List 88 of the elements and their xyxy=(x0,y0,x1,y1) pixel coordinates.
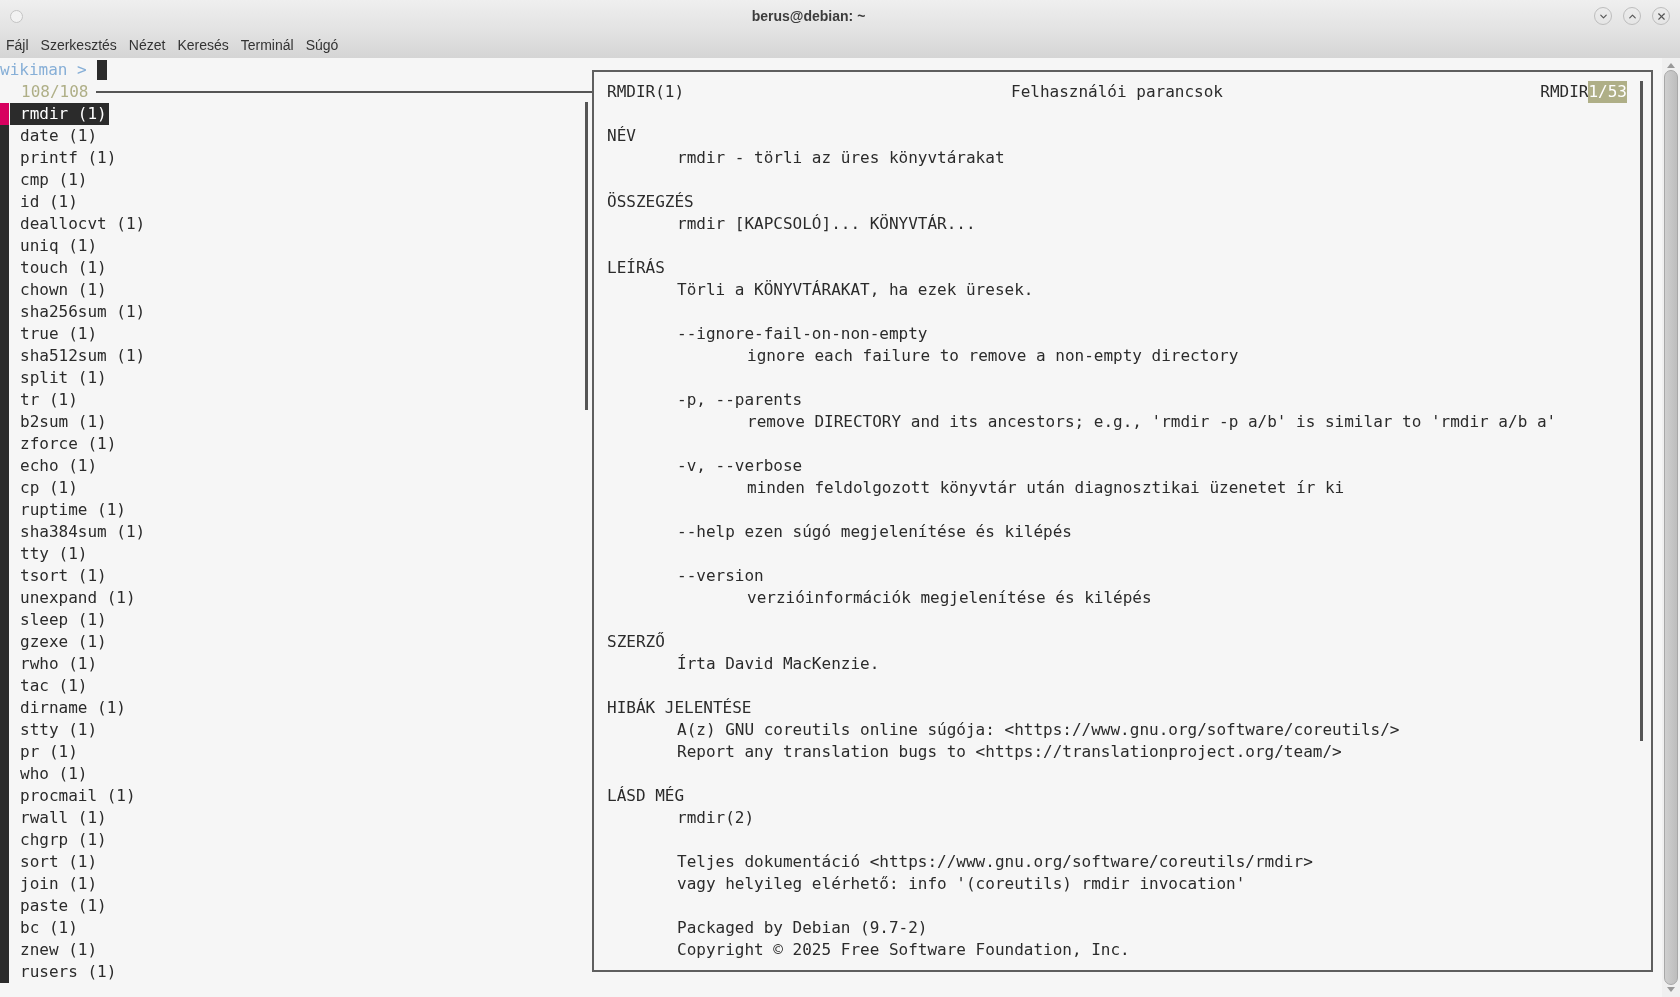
window-menu-icon[interactable] xyxy=(10,9,23,23)
result-item[interactable]: printf (1) xyxy=(10,147,119,169)
result-item[interactable]: uniq (1) xyxy=(10,235,100,257)
result-item[interactable]: sha256sum (1) xyxy=(10,301,148,323)
result-item[interactable]: b2sum (1) xyxy=(10,411,109,433)
man-scrollbar[interactable] xyxy=(1640,81,1643,741)
section-heading: HIBÁK JELENTÉSE xyxy=(607,697,752,719)
text-cursor xyxy=(96,60,107,80)
result-item[interactable]: date (1) xyxy=(10,125,100,147)
section-heading: LÁSD MÉG xyxy=(607,785,685,807)
man-text-line: A(z) GNU coreutils online súgója: <https://www.gnu.org/software/coreutils/> xyxy=(676,719,1400,741)
result-item[interactable]: rwho (1) xyxy=(10,653,100,675)
scroll-down-icon[interactable] xyxy=(1667,987,1675,992)
menu-item[interactable]: Keresés xyxy=(177,34,229,56)
man-text-line: Teljes dokumentáció <https://www.gnu.org/software/coreutils/rmdir> xyxy=(676,851,1313,873)
result-item[interactable]: rusers (1) xyxy=(10,961,119,983)
result-item[interactable]: dirname (1) xyxy=(10,697,128,719)
section-heading: LEÍRÁS xyxy=(607,257,665,279)
result-item[interactable]: who (1) xyxy=(10,763,90,785)
man-text-line: rmdir(2) xyxy=(676,807,755,829)
result-item[interactable]: pr (1) xyxy=(10,741,80,763)
prompt-label: wikiman > xyxy=(0,59,87,81)
result-item[interactable]: id (1) xyxy=(10,191,80,213)
result-item[interactable]: tr (1) xyxy=(10,389,80,411)
man-text-line: Packaged by Debian (9.7-2) xyxy=(676,917,928,939)
result-item[interactable]: tty (1) xyxy=(10,543,90,565)
menu-item[interactable]: Terminál xyxy=(240,34,294,56)
result-item[interactable]: cp (1) xyxy=(10,477,80,499)
man-text-line: --help ezen súgó megjelenítése és kilépés xyxy=(676,521,1072,543)
result-item[interactable]: true (1) xyxy=(10,323,100,345)
man-text-line: minden feldolgozott könyvtár után diagnosztikai üzenetet ír ki xyxy=(746,477,1345,499)
result-item[interactable]: tac (1) xyxy=(10,675,90,697)
page-position: 1/53 xyxy=(1588,81,1627,103)
result-item[interactable]: sleep (1) xyxy=(10,609,109,631)
man-header-left: RMDIR(1) xyxy=(607,81,686,103)
result-item[interactable]: bc (1) xyxy=(10,917,80,939)
close-icon xyxy=(1655,10,1667,22)
scroll-up-icon[interactable] xyxy=(1667,63,1675,68)
man-text-line: Írta David MacKenzie. xyxy=(676,653,880,675)
menu-item[interactable]: Nézet xyxy=(128,34,166,56)
man-text-line: remove DIRECTORY and its ancestors; e.g., 'rmdir -p a/b' is similar to 'rmdir a/b a' xyxy=(746,411,1557,433)
section-heading: SZERZŐ xyxy=(607,631,665,653)
result-item[interactable]: paste (1) xyxy=(10,895,109,917)
menu-item[interactable]: Szerkesztés xyxy=(40,34,117,56)
scrollbar-thumb[interactable] xyxy=(1664,70,1678,985)
result-item[interactable]: deallocvt (1) xyxy=(10,213,148,235)
result-item[interactable]: join (1) xyxy=(10,873,100,895)
result-item[interactable]: sha512sum (1) xyxy=(10,345,148,367)
man-text-line: --ignore-fail-on-non-empty xyxy=(676,323,928,345)
result-item[interactable]: sha384sum (1) xyxy=(10,521,148,543)
result-item[interactable]: tsort (1) xyxy=(10,565,109,587)
result-item[interactable]: cmp (1) xyxy=(10,169,90,191)
result-item[interactable]: znew (1) xyxy=(10,939,100,961)
result-item[interactable]: chgrp (1) xyxy=(10,829,109,851)
result-item[interactable]: unexpand (1) xyxy=(10,587,138,609)
result-item[interactable]: ruptime (1) xyxy=(10,499,128,521)
man-text-line: verzióinformációk megjelenítése és kilépés xyxy=(746,587,1152,609)
result-item[interactable]: chown (1) xyxy=(10,279,109,301)
menu-item[interactable]: Fájl xyxy=(6,34,29,56)
result-item[interactable]: zforce (1) xyxy=(10,433,119,455)
man-text-line: vagy helyileg elérhető: info '(coreutils) rmdir invocation' xyxy=(676,873,1246,895)
section-heading: ÖSSZEGZÉS xyxy=(607,191,694,213)
man-text-line: -p, --parents xyxy=(676,389,803,411)
menu-item[interactable]: Súgó xyxy=(305,34,339,56)
man-text-line: rmdir [KAPCSOLÓ]... KÖNYVTÁR... xyxy=(676,213,976,235)
result-item[interactable]: split (1) xyxy=(10,367,109,389)
result-item[interactable]: stty (1) xyxy=(10,719,100,741)
section-heading: NÉV xyxy=(607,125,636,147)
result-item[interactable]: echo (1) xyxy=(10,455,100,477)
man-text-line: rmdir - törli az üres könyvtárakat xyxy=(676,147,1005,169)
result-item[interactable]: gzexe (1) xyxy=(10,631,109,653)
man-text-line: -v, --verbose xyxy=(676,455,803,477)
result-item[interactable]: procmail (1) xyxy=(10,785,138,807)
man-text-line: ignore each failure to remove a non-empty directory xyxy=(746,345,1239,367)
window-scrollbar[interactable] xyxy=(1662,58,1680,997)
man-text-line: Törli a KÖNYVTÁRAKAT, ha ezek üresek. xyxy=(676,279,1034,301)
man-header-title: Felhasználói parancsok xyxy=(1011,81,1223,103)
window-title: berus@debian: ~ xyxy=(751,6,866,26)
result-item[interactable]: rwall (1) xyxy=(10,807,109,829)
result-item[interactable]: sort (1) xyxy=(10,851,100,873)
man-text-line: --version xyxy=(676,565,764,587)
man-text-line: Report any translation bugs to <https://translationproject.org/team/> xyxy=(676,741,1342,763)
list-scrollbar[interactable] xyxy=(585,102,588,410)
result-count: 108/108 xyxy=(21,81,89,103)
man-text-line: Copyright © 2025 Free Software Foundation, Inc. xyxy=(676,939,1130,961)
result-item[interactable]: rmdir (1) xyxy=(10,103,109,125)
man-header-right: RMDIR xyxy=(1540,81,1589,103)
result-item[interactable]: touch (1) xyxy=(10,257,109,279)
